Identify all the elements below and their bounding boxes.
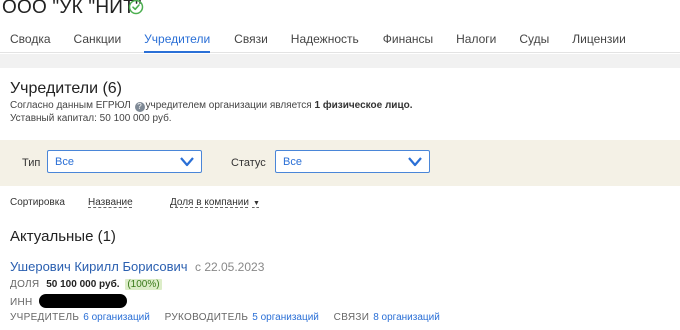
sort-by-share-label: Доля в компании <box>170 197 249 208</box>
description-text: учредителем организации является <box>145 100 312 111</box>
chevron-down-icon <box>408 157 422 167</box>
share-value: 50 100 000 руб. <box>46 279 120 290</box>
founder-relation: Учредитель 6 организаций <box>10 312 150 323</box>
authorized-capital: Уставный капитал: 50 100 000 руб. <box>10 113 172 124</box>
director-relation-label: Руководитель <box>164 312 249 323</box>
status-select-value: Все <box>283 156 302 168</box>
tab-founders[interactable]: Учредители <box>144 26 211 53</box>
founder-orgs-link[interactable]: 6 организаций <box>83 312 150 323</box>
director-orgs-link[interactable]: 5 организаций <box>252 312 319 323</box>
chevron-down-icon <box>180 157 194 167</box>
sort-label: Сортировка <box>10 197 65 208</box>
share-row: Доля 50 100 000 руб. (100%) <box>10 279 162 290</box>
founders-content: Учредители (6) Согласно данным ЕГРЮЛ ? уч… <box>0 68 680 330</box>
director-relation: Руководитель 5 организаций <box>165 312 319 323</box>
share-percent-badge: (100%) <box>125 279 162 290</box>
tab-licenses[interactable]: Лицензии <box>572 26 626 53</box>
founder-relation-label: Учредитель <box>10 312 80 323</box>
founders-description: Согласно данным ЕГРЮЛ ? учредителем орган… <box>10 100 413 112</box>
page: ООО "УК "НИТ" Сводка Санкции Учредители … <box>0 0 680 330</box>
tab-bar: Сводка Санкции Учредители Связи Надежнос… <box>0 26 680 53</box>
connections-orgs-link[interactable]: 8 организаций <box>373 312 440 323</box>
inn-label: ИНН <box>10 297 33 308</box>
caret-down-icon: ▼ <box>252 200 260 207</box>
status-filter-label: Статус <box>231 157 266 169</box>
header: ООО "УК "НИТ" <box>0 0 680 20</box>
type-select[interactable]: Все <box>47 150 202 173</box>
founder-name-link[interactable]: Ушерович Кирилл Борисович <box>10 259 188 274</box>
inn-row: ИНН <box>10 294 128 308</box>
status-select[interactable]: Все <box>275 150 430 173</box>
type-select-value: Все <box>55 156 74 168</box>
founder-entry: Ушерович Кирилл Борисович с 22.05.2023 <box>10 258 264 276</box>
section-title: Учредители (6) <box>10 80 123 97</box>
description-source: Согласно данным ЕГРЮЛ <box>10 100 131 111</box>
company-title: ООО "УК "НИТ" <box>2 0 142 18</box>
check-circle-icon <box>128 0 144 15</box>
relations-row: Учредитель 6 организаций Руководитель 5 ор… <box>10 312 452 323</box>
share-label: Доля <box>10 279 40 290</box>
tab-connections[interactable]: Связи <box>234 26 268 53</box>
connections-relation: Связи 8 организаций <box>334 312 440 323</box>
tab-courts[interactable]: Суды <box>519 26 549 53</box>
description-count: 1 физическое лицо. <box>314 100 413 111</box>
sort-by-share[interactable]: Доля в компании ▼ <box>170 197 260 208</box>
founder-since-date: с 22.05.2023 <box>194 260 265 274</box>
tab-summary[interactable]: Сводка <box>10 26 51 53</box>
connections-relation-label: Связи <box>333 312 370 323</box>
sort-by-name[interactable]: Название <box>88 197 133 208</box>
info-icon[interactable]: ? <box>134 102 145 112</box>
inn-redacted <box>39 294 128 308</box>
filter-panel: Тип Все Статус Все <box>0 140 680 186</box>
tab-finances[interactable]: Финансы <box>383 26 433 53</box>
tab-reliability[interactable]: Надежность <box>291 26 359 53</box>
divider-band <box>0 54 680 68</box>
current-founders-title: Актуальные (1) <box>10 228 116 245</box>
type-filter-label: Тип <box>22 157 41 169</box>
tab-sanctions[interactable]: Санкции <box>74 26 122 53</box>
tab-taxes[interactable]: Налоги <box>456 26 496 53</box>
